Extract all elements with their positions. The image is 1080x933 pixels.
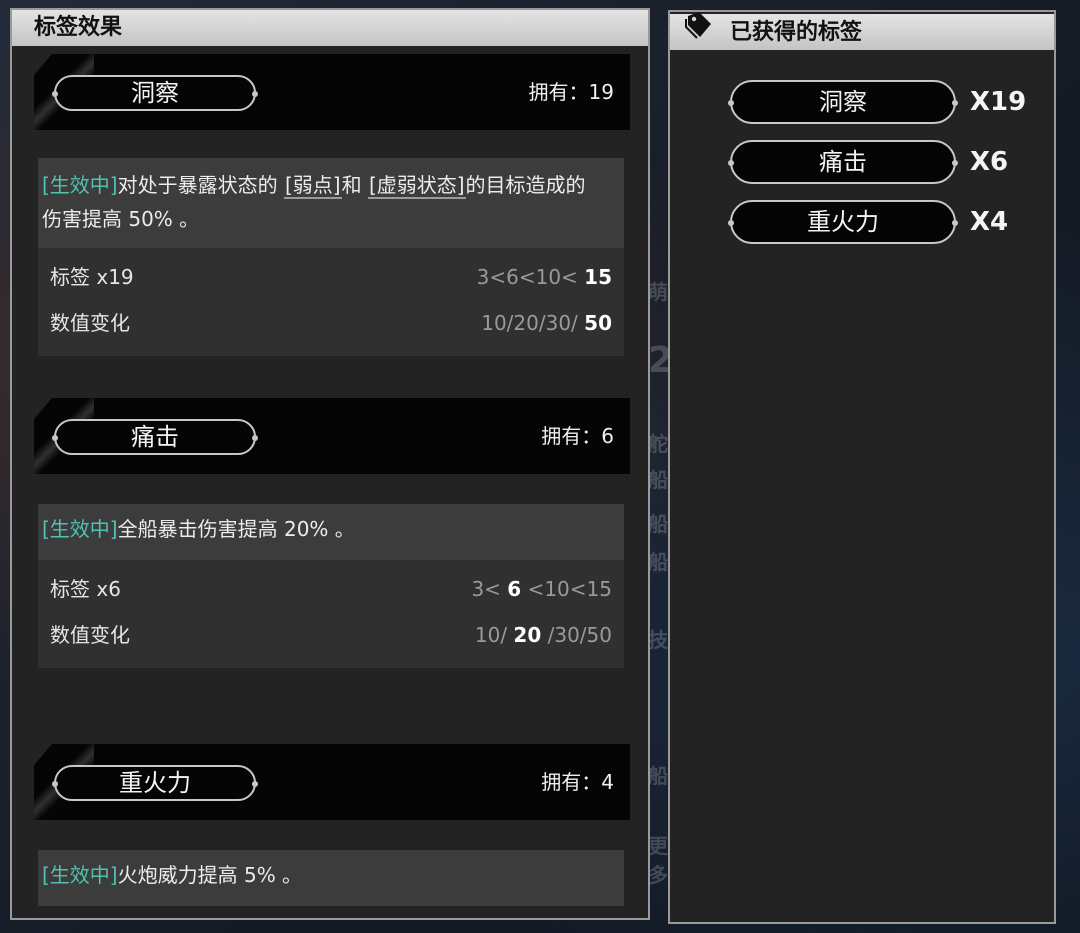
keyword-weakpoint[interactable]: [弱点] xyxy=(283,173,342,199)
stat-row: 标签 x19 3<6<10< 15 xyxy=(50,254,612,300)
desc-text: 和 xyxy=(341,173,362,197)
owned-tag-row[interactable]: 洞察 X19 xyxy=(728,80,1050,124)
tag-section-header: 重火力 拥有：4 xyxy=(34,744,630,820)
tag-section-header: 痛击 拥有：6 xyxy=(34,398,630,474)
stat-row: 数值变化 10/ 20 /30/50 xyxy=(50,612,612,658)
panel-header: 已获得的标签 xyxy=(670,12,1054,50)
desc-text: 全船暴击伤害提高 20% 。 xyxy=(117,517,355,541)
tag-icon xyxy=(684,10,714,52)
stat-value: 10/ 20 /30/50 xyxy=(474,623,612,647)
stat-label: 标签 x6 xyxy=(50,577,121,601)
effect-description: [生效中]火炮威力提高 5% 。 xyxy=(38,850,624,906)
owned-tag-row[interactable]: 重火力 X4 xyxy=(728,200,1050,244)
stat-row: 标签 x6 3< 6 <10<15 xyxy=(50,566,612,612)
stat-label: 标签 x19 xyxy=(50,265,134,289)
stat-label: 数值变化 xyxy=(50,623,130,647)
owned-count: 拥有：6 xyxy=(541,424,614,448)
owned-tag-count: X6 xyxy=(970,147,1009,177)
tag-name-pill[interactable]: 痛击 xyxy=(52,419,258,455)
keyword-weakened[interactable]: [虚弱状态] xyxy=(367,173,466,199)
desc-text: 的目标造成的 xyxy=(465,173,586,197)
tag-section-header: 洞察 拥有：19 xyxy=(34,54,630,130)
effect-description: [生效中]全船暴击伤害提高 20% 。 xyxy=(38,504,624,560)
owned-count: 拥有：4 xyxy=(541,770,614,794)
owned-tag-pill[interactable]: 重火力 xyxy=(728,200,958,244)
panel-title: 已获得的标签 xyxy=(730,20,863,45)
panel-title: 标签效果 xyxy=(12,10,648,46)
effect-description: [生效中]对处于暴露状态的 [弱点]和 [虚弱状态]的目标造成的 伤害提高 50… xyxy=(38,158,624,248)
stat-value: 3< 6 <10<15 xyxy=(471,577,612,601)
tag-name-pill[interactable]: 洞察 xyxy=(52,75,258,111)
stat-value: 10/20/30/ 50 xyxy=(481,311,612,335)
active-status: [生效中] xyxy=(42,863,118,887)
desc-text: 伤害提高 50% 。 xyxy=(42,207,200,231)
tag-stats: 标签 x19 3<6<10< 15 数值变化 10/20/30/ 50 xyxy=(38,248,624,356)
owned-tag-count: X19 xyxy=(970,87,1027,117)
stat-label: 数值变化 xyxy=(50,311,130,335)
tag-stats: 标签 x6 3< 6 <10<15 数值变化 10/ 20 /30/50 xyxy=(38,560,624,668)
tag-name-pill[interactable]: 重火力 xyxy=(52,765,258,801)
active-status: [生效中] xyxy=(42,517,118,541)
active-status: [生效中] xyxy=(42,173,118,197)
stat-value: 3<6<10< 15 xyxy=(476,265,612,289)
owned-count: 拥有：19 xyxy=(528,80,614,104)
owned-tag-count: X4 xyxy=(970,207,1009,237)
desc-text: 火炮威力提高 5% 。 xyxy=(117,863,303,887)
owned-tag-row[interactable]: 痛击 X6 xyxy=(728,140,1050,184)
owned-tag-pill[interactable]: 洞察 xyxy=(728,80,958,124)
owned-tags-panel: 已获得的标签 洞察 X19 痛击 X6 重火力 X4 xyxy=(668,10,1056,924)
stat-row: 数值变化 10/20/30/ 50 xyxy=(50,300,612,346)
tag-effects-panel[interactable]: 标签效果 洞察 拥有：19 [生效中]对处于暴露状态的 [弱点]和 [虚弱状态]… xyxy=(10,8,650,920)
owned-tag-pill[interactable]: 痛击 xyxy=(728,140,958,184)
desc-text: 对处于暴露状态的 xyxy=(117,173,278,197)
